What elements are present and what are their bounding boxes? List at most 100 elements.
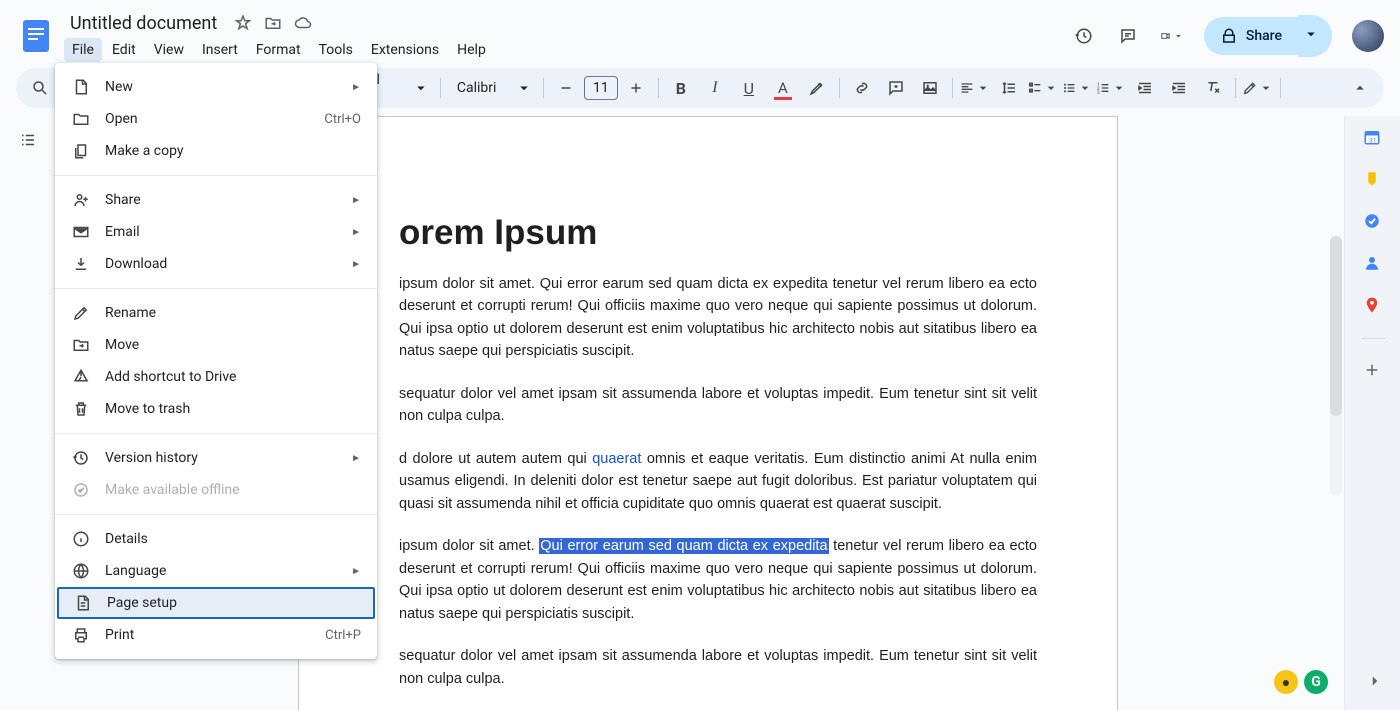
grammarly-icon[interactable]: G (1304, 670, 1328, 694)
menu-download[interactable]: Download ► (55, 248, 377, 280)
document-title[interactable]: Untitled document (64, 11, 223, 36)
search-menus-icon[interactable] (24, 72, 56, 104)
rename-icon (71, 303, 91, 323)
move-icon (71, 335, 91, 355)
add-comment-icon[interactable] (880, 72, 912, 104)
menu-file[interactable]: File (64, 38, 102, 62)
doc-heading[interactable]: orem Ipsum (399, 213, 1037, 253)
side-panel: 31 (1344, 116, 1400, 710)
paragraph-5[interactable]: sequatur dolor vel amet ipsam sit assume… (399, 645, 1037, 690)
menu-share[interactable]: Share ► (55, 184, 377, 216)
add-on-icon[interactable] (1363, 361, 1383, 381)
link-icon[interactable] (846, 72, 878, 104)
menu-tools[interactable]: Tools (311, 38, 361, 62)
menu-rename[interactable]: Rename (55, 297, 377, 329)
page-setup-icon (73, 593, 93, 613)
meet-icon[interactable] (1160, 24, 1184, 48)
menu-move[interactable]: Move (55, 329, 377, 361)
menu-language[interactable]: Language ► (55, 555, 377, 587)
grammarly-warn-icon[interactable]: ● (1274, 670, 1298, 694)
info-icon (71, 529, 91, 549)
italic-icon[interactable]: I (699, 72, 731, 104)
history-icon (71, 448, 91, 468)
menu-help[interactable]: Help (449, 38, 494, 62)
submenu-arrow-icon: ► (351, 566, 361, 577)
paragraph-1[interactable]: ipsum dolor sit amet. Qui error earum se… (399, 273, 1037, 363)
menu-details[interactable]: Details (55, 523, 377, 555)
maps-icon[interactable] (1363, 296, 1383, 316)
submenu-arrow-icon: ► (351, 259, 361, 270)
menu-format[interactable]: Format (248, 38, 309, 62)
font-size-input[interactable]: 11 (584, 76, 618, 100)
header-right: Share (1072, 15, 1384, 57)
move-folder-icon[interactable] (263, 13, 283, 33)
menu-version-history[interactable]: Version history ► (55, 442, 377, 474)
increase-indent-icon[interactable] (1163, 72, 1195, 104)
scrollbar[interactable] (1330, 236, 1342, 496)
clear-formatting-icon[interactable] (1197, 72, 1229, 104)
menu-email[interactable]: Email ► (55, 216, 377, 248)
share-button[interactable]: Share (1204, 17, 1298, 55)
paragraph-4[interactable]: ipsum dolor sit amet. Qui error earum se… (399, 535, 1037, 625)
contacts-icon[interactable] (1363, 254, 1383, 274)
account-avatar[interactable] (1352, 20, 1384, 52)
highlight-icon[interactable] (801, 72, 833, 104)
calendar-icon[interactable]: 31 (1363, 128, 1383, 148)
decrease-indent-icon[interactable] (1129, 72, 1161, 104)
grammarly-widget[interactable]: ● G (1274, 670, 1328, 694)
decrease-font-icon[interactable] (550, 72, 582, 104)
hide-side-panel-icon[interactable] (1366, 672, 1384, 694)
checklist-icon[interactable] (1027, 72, 1059, 104)
bold-icon[interactable]: B (665, 72, 697, 104)
outline-icon[interactable] (12, 124, 44, 156)
scrollbar-thumb[interactable] (1330, 236, 1342, 416)
paragraph-2[interactable]: sequatur dolor vel amet ipsam sit assume… (399, 383, 1037, 428)
insert-image-icon[interactable] (914, 72, 946, 104)
menu-view[interactable]: View (146, 38, 192, 62)
text-color-icon[interactable]: A (767, 72, 799, 104)
menu-open[interactable]: Open Ctrl+O (55, 103, 377, 135)
tasks-icon[interactable] (1363, 212, 1383, 232)
menu-trash[interactable]: Move to trash (55, 393, 377, 425)
cloud-saved-icon[interactable] (293, 13, 313, 33)
svg-text:3: 3 (1097, 90, 1100, 96)
bulleted-list-icon[interactable] (1061, 72, 1093, 104)
menu-extensions[interactable]: Extensions (363, 38, 447, 62)
align-icon[interactable] (959, 72, 991, 104)
trash-icon (71, 399, 91, 419)
collapse-toolbar-icon[interactable] (1344, 72, 1376, 104)
menu-make-copy[interactable]: Make a copy (55, 135, 377, 167)
drive-shortcut-icon (71, 367, 91, 387)
keep-icon[interactable] (1363, 170, 1383, 190)
underline-icon[interactable]: U (733, 72, 765, 104)
font-dropdown[interactable]: Calibri (447, 74, 537, 102)
share-dropdown[interactable] (1298, 15, 1332, 57)
selected-text[interactable]: Qui error earum sed quam dicta ex expedi… (539, 538, 828, 554)
offline-icon (71, 480, 91, 500)
print-icon (71, 625, 91, 645)
numbered-list-icon[interactable]: 123 (1095, 72, 1127, 104)
star-icon[interactable] (233, 13, 253, 33)
menu-print[interactable]: Print Ctrl+P (55, 619, 377, 651)
menu-offline: Make available offline (55, 474, 377, 506)
editing-mode-icon[interactable] (1242, 72, 1274, 104)
paragraph-3[interactable]: d dolore ut autem autem qui quaerat omni… (399, 448, 1037, 515)
menu-insert[interactable]: Insert (194, 38, 246, 62)
share-button-group: Share (1204, 15, 1332, 57)
menu-page-setup[interactable]: Page setup (57, 587, 375, 619)
history-icon[interactable] (1072, 24, 1096, 48)
globe-icon (71, 561, 91, 581)
submenu-arrow-icon: ► (351, 82, 361, 93)
docs-logo[interactable] (16, 16, 56, 56)
submenu-arrow-icon: ► (351, 195, 361, 206)
menu-add-shortcut[interactable]: Add shortcut to Drive (55, 361, 377, 393)
increase-font-icon[interactable] (620, 72, 652, 104)
folder-icon (71, 109, 91, 129)
comments-icon[interactable] (1116, 24, 1140, 48)
menu-edit[interactable]: Edit (104, 38, 144, 62)
submenu-arrow-icon: ► (351, 227, 361, 238)
page: orem Ipsum ipsum dolor sit amet. Qui err… (298, 116, 1118, 710)
line-spacing-icon[interactable] (993, 72, 1025, 104)
link-quaerat[interactable]: quaerat (592, 451, 641, 467)
menu-new[interactable]: New ► (55, 71, 377, 103)
